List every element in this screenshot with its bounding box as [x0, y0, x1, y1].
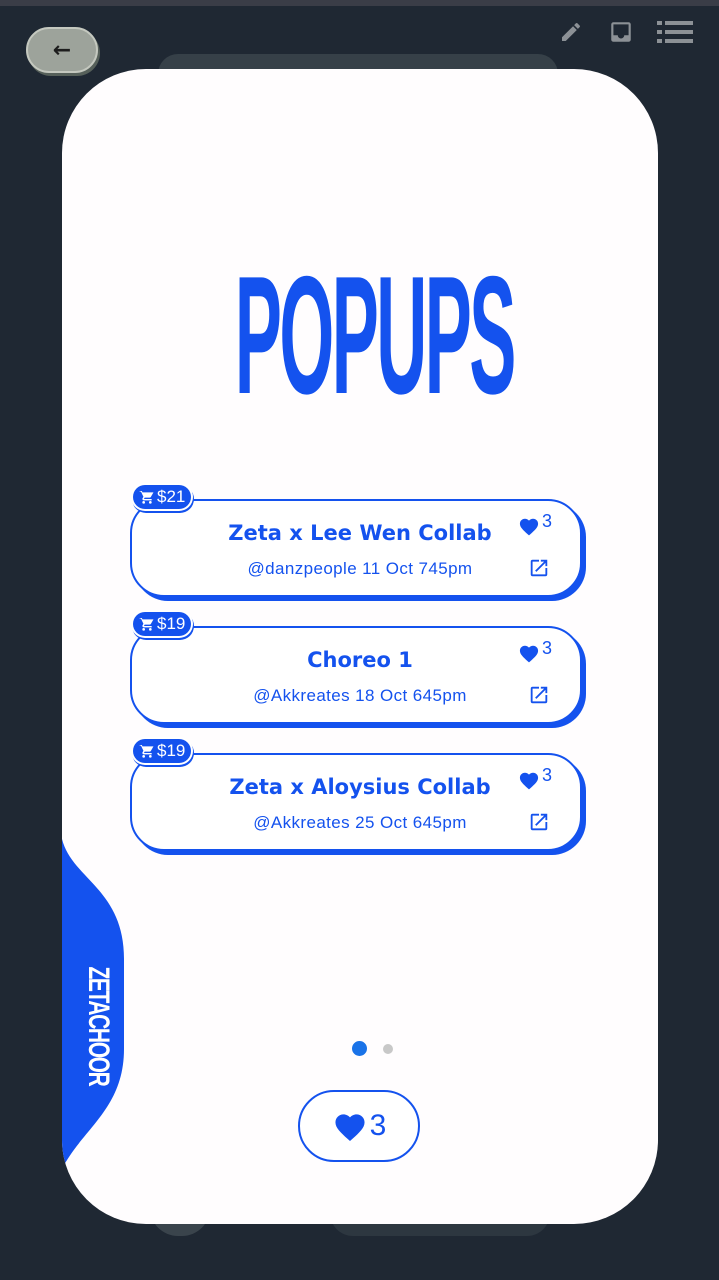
- like-count: 3: [542, 638, 553, 658]
- total-like-button[interactable]: 3: [298, 1090, 420, 1162]
- popup-subtitle: @Akkreates 25 Oct 645pm: [253, 813, 467, 832]
- cart-icon: [139, 490, 154, 504]
- cart-icon: [139, 617, 154, 631]
- popup-title: Zeta x Lee Wen Collab: [228, 521, 492, 545]
- price-badge: $19: [133, 739, 192, 763]
- like-button[interactable]: 3: [518, 638, 552, 663]
- side-brand-text: ZETACHOOR: [82, 966, 115, 1086]
- price-badge: $19: [133, 612, 192, 636]
- page-dot[interactable]: [383, 1043, 393, 1054]
- popup-subtitle: @Akkreates 18 Oct 645pm: [253, 686, 467, 705]
- popup-item[interactable]: $21 Zeta x Lee Wen Collab @danzpeople 11…: [130, 485, 586, 599]
- price-label: $19: [157, 614, 186, 633]
- heart-icon: [335, 1114, 365, 1142]
- heart-icon: [519, 518, 539, 535]
- pagination-dots: [352, 1041, 393, 1056]
- like-count: 3: [542, 765, 553, 785]
- cart-icon: [139, 744, 154, 758]
- external-link-icon[interactable]: [528, 811, 550, 833]
- pencil-icon[interactable]: [557, 18, 585, 46]
- popup-item-box: [130, 499, 582, 597]
- like-button[interactable]: 3: [518, 765, 552, 790]
- page-title: POPUPS: [234, 241, 516, 429]
- page-dot-active[interactable]: [352, 1041, 367, 1056]
- price-badge: $21: [133, 485, 192, 509]
- popup-item[interactable]: $19 Choreo 1 @Akkreates 18 Oct 645pm 3: [130, 612, 586, 726]
- inbox-icon[interactable]: [607, 18, 635, 46]
- heart-icon: [519, 772, 539, 789]
- popup-item-box: [130, 753, 582, 851]
- price-label: $21: [157, 487, 186, 506]
- toolbar: [557, 18, 693, 46]
- like-button[interactable]: 3: [518, 511, 552, 536]
- popup-title: Choreo 1: [307, 648, 413, 672]
- total-like-count: 3: [369, 1109, 387, 1142]
- status-strip: [0, 0, 719, 6]
- popup-item-box: [130, 626, 582, 724]
- popup-title: Zeta x Aloysius Collab: [229, 775, 491, 799]
- back-button[interactable]: ←: [26, 27, 98, 73]
- popups-card: ZETACHOOR POPUPS $21 Zeta x Lee Wen Coll…: [62, 69, 658, 1224]
- popup-subtitle: @danzpeople 11 Oct 745pm: [247, 559, 473, 578]
- external-link-icon[interactable]: [528, 684, 550, 706]
- heart-icon: [519, 645, 539, 662]
- back-arrow-icon: ←: [52, 37, 72, 63]
- list-icon[interactable]: [657, 18, 693, 46]
- like-count: 3: [542, 511, 553, 531]
- popup-item[interactable]: $19 Zeta x Aloysius Collab @Akkreates 25…: [130, 739, 586, 853]
- price-label: $19: [157, 741, 186, 760]
- external-link-icon[interactable]: [528, 557, 550, 579]
